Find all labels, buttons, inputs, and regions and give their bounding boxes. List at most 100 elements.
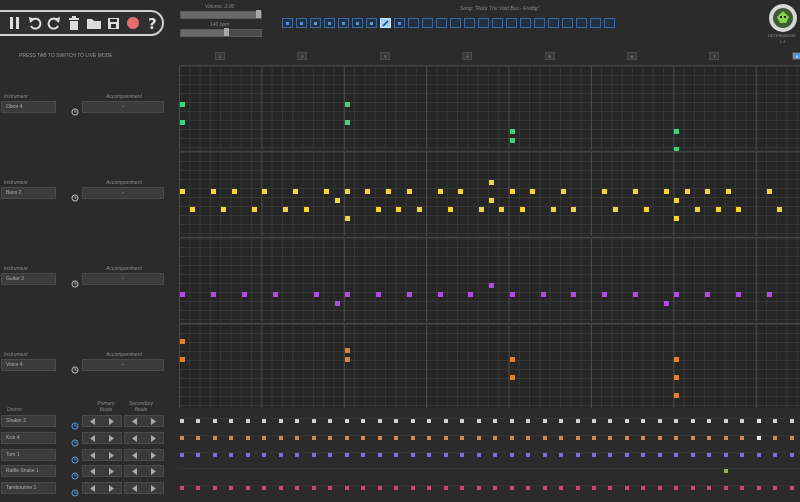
drum-hit[interactable]: [410, 436, 415, 440]
accompaniment-select[interactable]: -: [82, 273, 164, 285]
note[interactable]: [210, 292, 216, 297]
note[interactable]: [221, 207, 227, 212]
note[interactable]: [180, 189, 185, 194]
note[interactable]: [241, 292, 247, 297]
note[interactable]: [283, 207, 288, 212]
drum-hit[interactable]: [295, 486, 300, 490]
redo-icon[interactable]: [46, 12, 64, 34]
drum-hit[interactable]: [180, 436, 184, 440]
drum-hit[interactable]: [229, 453, 234, 457]
drum-hit[interactable]: [394, 419, 399, 423]
drum-hit[interactable]: [657, 419, 662, 423]
instrument-select[interactable]: Guitar 3: [1, 273, 56, 285]
note[interactable]: [437, 189, 443, 194]
song-pattern-10[interactable]: [408, 18, 419, 28]
note[interactable]: [767, 292, 773, 297]
drum-hit[interactable]: [443, 486, 448, 490]
drum-hit[interactable]: [443, 419, 448, 423]
drum-hit[interactable]: [641, 453, 646, 457]
note[interactable]: [674, 216, 680, 221]
drum-hit[interactable]: [526, 486, 531, 490]
drum-hit[interactable]: [443, 436, 448, 440]
song-pattern-5[interactable]: [338, 18, 349, 28]
drum-hit[interactable]: [196, 453, 201, 457]
drum-hit[interactable]: [344, 486, 349, 490]
drum-hit[interactable]: [624, 453, 629, 457]
drum-hit[interactable]: [657, 486, 662, 490]
drum-hit[interactable]: [674, 436, 679, 440]
measure-5[interactable]: 5: [544, 52, 555, 60]
pause-icon[interactable]: [6, 12, 24, 34]
note[interactable]: [293, 189, 299, 194]
note[interactable]: [334, 198, 340, 203]
drum-hit[interactable]: [674, 486, 679, 490]
drum-hit[interactable]: [542, 486, 547, 490]
note[interactable]: [736, 207, 742, 212]
note[interactable]: [272, 292, 278, 297]
drum-hit[interactable]: [229, 436, 234, 440]
drum-hit[interactable]: [641, 436, 646, 440]
note[interactable]: [344, 357, 350, 362]
trash-icon[interactable]: [65, 12, 83, 34]
drum-hit[interactable]: [229, 486, 234, 490]
song-pattern-7[interactable]: [366, 18, 377, 28]
secondary-beats-stepper[interactable]: [124, 482, 164, 494]
drum-hit[interactable]: [180, 419, 184, 423]
note[interactable]: [674, 393, 680, 398]
note[interactable]: [715, 207, 721, 212]
drum-hit[interactable]: [493, 486, 498, 490]
note[interactable]: [571, 207, 577, 212]
drum-track-3[interactable]: [179, 452, 800, 458]
drum-hit[interactable]: [773, 419, 778, 423]
drum-hit[interactable]: [723, 436, 728, 440]
drum-hit[interactable]: [212, 419, 217, 423]
drum-hit[interactable]: [476, 436, 481, 440]
instrument-select[interactable]: Oboe 4: [1, 101, 56, 113]
note[interactable]: [509, 189, 515, 194]
accompaniment-select[interactable]: -: [82, 101, 164, 113]
drum-track-2[interactable]: [179, 435, 800, 441]
drum-hit[interactable]: [196, 436, 201, 440]
note[interactable]: [458, 189, 464, 194]
secondary-beats-stepper[interactable]: [124, 465, 164, 477]
piano-roll-3[interactable]: [179, 237, 800, 322]
drum-hit[interactable]: [328, 436, 333, 440]
note[interactable]: [386, 189, 391, 194]
undo-icon[interactable]: [26, 12, 44, 34]
drum-hit[interactable]: [509, 419, 514, 423]
drum-hit[interactable]: [690, 486, 695, 490]
song-pattern-8[interactable]: [380, 18, 391, 28]
drum-select[interactable]: Kick 4: [1, 432, 56, 444]
measure-3[interactable]: 3: [379, 52, 390, 60]
drum-hit[interactable]: [723, 486, 728, 490]
drum-hit[interactable]: [212, 453, 217, 457]
drum-hit[interactable]: [278, 486, 283, 490]
drum-hit[interactable]: [427, 453, 432, 457]
drum-hit[interactable]: [476, 419, 481, 423]
note[interactable]: [344, 216, 350, 221]
drum-hit[interactable]: [559, 486, 564, 490]
drum-hit[interactable]: [690, 436, 695, 440]
drum-hit[interactable]: [509, 436, 514, 440]
drum-hit[interactable]: [443, 453, 448, 457]
note[interactable]: [674, 375, 680, 380]
note[interactable]: [231, 189, 237, 194]
note[interactable]: [334, 301, 340, 306]
note[interactable]: [674, 357, 680, 362]
drum-hit[interactable]: [690, 419, 695, 423]
timer-icon[interactable]: [71, 361, 79, 374]
timer-icon[interactable]: [71, 417, 79, 430]
drum-hit[interactable]: [394, 453, 399, 457]
drum-hit[interactable]: [789, 436, 794, 440]
drum-hit[interactable]: [295, 453, 300, 457]
accompaniment-select[interactable]: -: [82, 359, 164, 371]
song-pattern-18[interactable]: [520, 18, 531, 28]
note[interactable]: [509, 375, 515, 380]
drum-hit[interactable]: [575, 436, 580, 440]
song-pattern-14[interactable]: [464, 18, 475, 28]
note[interactable]: [489, 180, 494, 185]
note[interactable]: [612, 207, 618, 212]
song-pattern-6[interactable]: [352, 18, 363, 28]
song-pattern-2[interactable]: [296, 18, 307, 28]
drum-hit[interactable]: [509, 486, 514, 490]
